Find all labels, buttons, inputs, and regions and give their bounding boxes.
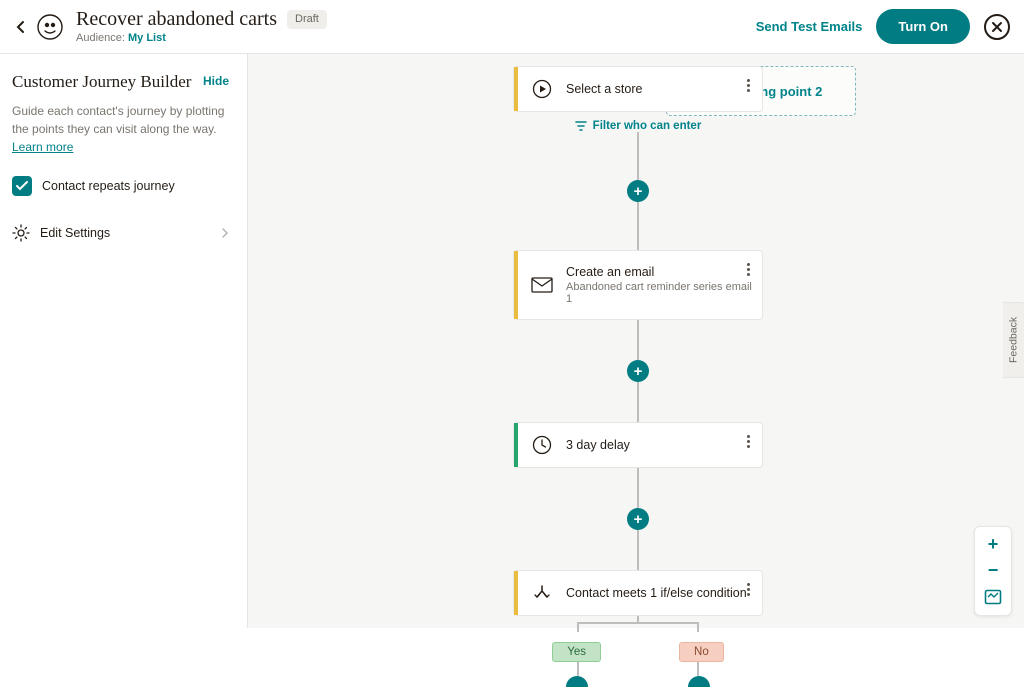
feedback-tab[interactable]: Feedback xyxy=(1003,302,1024,378)
add-step-button[interactable]: + xyxy=(627,360,649,382)
add-step-button[interactable] xyxy=(566,676,588,687)
accent-bar xyxy=(514,571,518,615)
send-test-emails-link[interactable]: Send Test Emails xyxy=(756,19,863,34)
zoom-in-button[interactable]: + xyxy=(978,531,1008,557)
node-title: Contact meets 1 if/else condition xyxy=(566,586,752,600)
audience-label: Audience: xyxy=(76,32,125,44)
turn-on-button[interactable]: Turn On xyxy=(876,9,970,44)
node-title: Select a store xyxy=(566,82,752,96)
node-menu-icon[interactable] xyxy=(743,579,754,600)
accent-bar xyxy=(514,423,518,467)
node-email[interactable]: Create an email Abandoned cart reminder … xyxy=(513,250,763,320)
journey-canvas[interactable]: Add starting point 2 Select a store Filt… xyxy=(248,54,1024,628)
repeats-journey-toggle[interactable]: Contact repeats journey xyxy=(12,176,229,196)
node-menu-icon[interactable] xyxy=(743,431,754,452)
add-step-button[interactable] xyxy=(688,676,710,687)
sidebar-title: Customer Journey Builder xyxy=(12,72,191,92)
gear-icon xyxy=(12,224,30,242)
node-title: 3 day delay xyxy=(566,438,752,452)
page-title-block: Recover abandoned carts Draft Audience: … xyxy=(76,8,327,44)
fit-to-screen-button[interactable] xyxy=(978,583,1008,611)
connector-line xyxy=(637,202,639,250)
sidebar: Customer Journey Builder Hide Guide each… xyxy=(0,54,248,628)
connector-line xyxy=(637,132,639,180)
audience-link[interactable]: My List xyxy=(128,32,166,44)
clock-icon xyxy=(530,435,554,455)
add-step-button[interactable]: + xyxy=(627,508,649,530)
branch-no-label[interactable]: No xyxy=(679,642,724,662)
connector-line xyxy=(637,530,639,570)
zoom-out-button[interactable]: − xyxy=(978,557,1008,583)
edit-settings-button[interactable]: Edit Settings xyxy=(12,224,229,242)
filter-icon xyxy=(575,121,587,131)
node-menu-icon[interactable] xyxy=(743,259,754,280)
node-subtitle: Abandoned cart reminder series email 1 xyxy=(566,281,752,305)
mailchimp-logo-icon xyxy=(36,13,64,41)
branch-yes-label[interactable]: Yes xyxy=(552,642,601,662)
flow-column: Select a store Filter who can enter + Cr… xyxy=(378,66,898,687)
zoom-controls: + − xyxy=(974,526,1012,616)
page-title: Recover abandoned carts xyxy=(76,8,277,30)
node-condition[interactable]: Contact meets 1 if/else condition xyxy=(513,570,763,616)
edit-settings-label: Edit Settings xyxy=(40,226,211,240)
node-delay[interactable]: 3 day delay xyxy=(513,422,763,468)
connector-line xyxy=(637,468,639,508)
split-icon xyxy=(530,583,554,603)
node-menu-icon[interactable] xyxy=(743,75,754,96)
connector-line xyxy=(637,382,639,422)
node-starting-point[interactable]: Select a store xyxy=(513,66,763,112)
filter-who-can-enter-link[interactable]: Filter who can enter xyxy=(575,120,702,132)
accent-bar xyxy=(514,251,518,319)
connector-line xyxy=(637,320,639,360)
mail-icon xyxy=(530,277,554,293)
repeats-journey-label: Contact repeats journey xyxy=(42,179,175,193)
add-step-button[interactable]: + xyxy=(627,180,649,202)
hide-sidebar-link[interactable]: Hide xyxy=(203,74,229,88)
chevron-right-icon xyxy=(221,228,229,238)
app-header: Recover abandoned carts Draft Audience: … xyxy=(0,0,1024,54)
status-badge: Draft xyxy=(287,10,327,28)
back-button[interactable] xyxy=(14,20,28,34)
checkbox-checked-icon xyxy=(12,176,32,196)
close-button[interactable] xyxy=(984,14,1010,40)
node-title: Create an email xyxy=(566,265,752,279)
play-circle-icon xyxy=(530,79,554,99)
accent-bar xyxy=(514,67,518,111)
sidebar-description: Guide each contact's journey by plotting… xyxy=(12,102,229,156)
learn-more-link[interactable]: Learn more xyxy=(12,140,73,154)
